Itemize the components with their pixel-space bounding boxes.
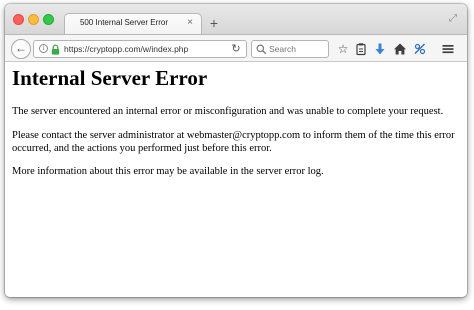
tab-active[interactable]: 500 Internal Server Error × [64,13,202,35]
nav-toolbar: ← i https://cryptopp.com/w/index.php ↻ ☆ [5,34,467,62]
clipboard-icon[interactable] [354,42,368,56]
reload-icon[interactable]: ↻ [230,42,242,56]
search-input[interactable] [269,44,325,54]
new-tab-button[interactable]: + [207,16,221,30]
lock-icon [51,44,60,55]
browser-window: 500 Internal Server Error × + ⤢ ← i http… [5,4,467,297]
window-minimize-button[interactable] [28,14,39,25]
home-icon[interactable] [393,42,407,56]
tab-title: 500 Internal Server Error [79,18,169,27]
log-message: More information about this error may be… [12,166,324,177]
hamburger-menu-icon[interactable] [441,42,455,56]
url-text: https://cryptopp.com/w/index.php [64,44,189,54]
window-zoom-button[interactable] [43,14,54,25]
info-icon[interactable]: i [39,44,48,53]
search-bar[interactable] [251,40,329,58]
back-arrow-icon[interactable]: ← [11,39,31,59]
extension-icon[interactable] [413,42,427,56]
download-icon[interactable] [373,42,387,56]
page-content: Internal Server Error The server encount… [5,62,467,297]
tab-close-icon[interactable]: × [184,17,196,29]
bookmark-star-icon[interactable]: ☆ [336,42,350,56]
search-icon [256,44,267,55]
error-message: The server encountered an internal error… [12,106,444,117]
window-close-button[interactable] [13,14,24,25]
page-title: Internal Server Error [12,66,208,90]
fullscreen-icon[interactable]: ⤢ [447,13,459,25]
url-bar[interactable]: i https://cryptopp.com/w/index.php ↻ [33,40,247,58]
tab-strip: 500 Internal Server Error × + ⤢ [5,4,467,35]
contact-message: Please contact the server administrator … [12,130,455,154]
